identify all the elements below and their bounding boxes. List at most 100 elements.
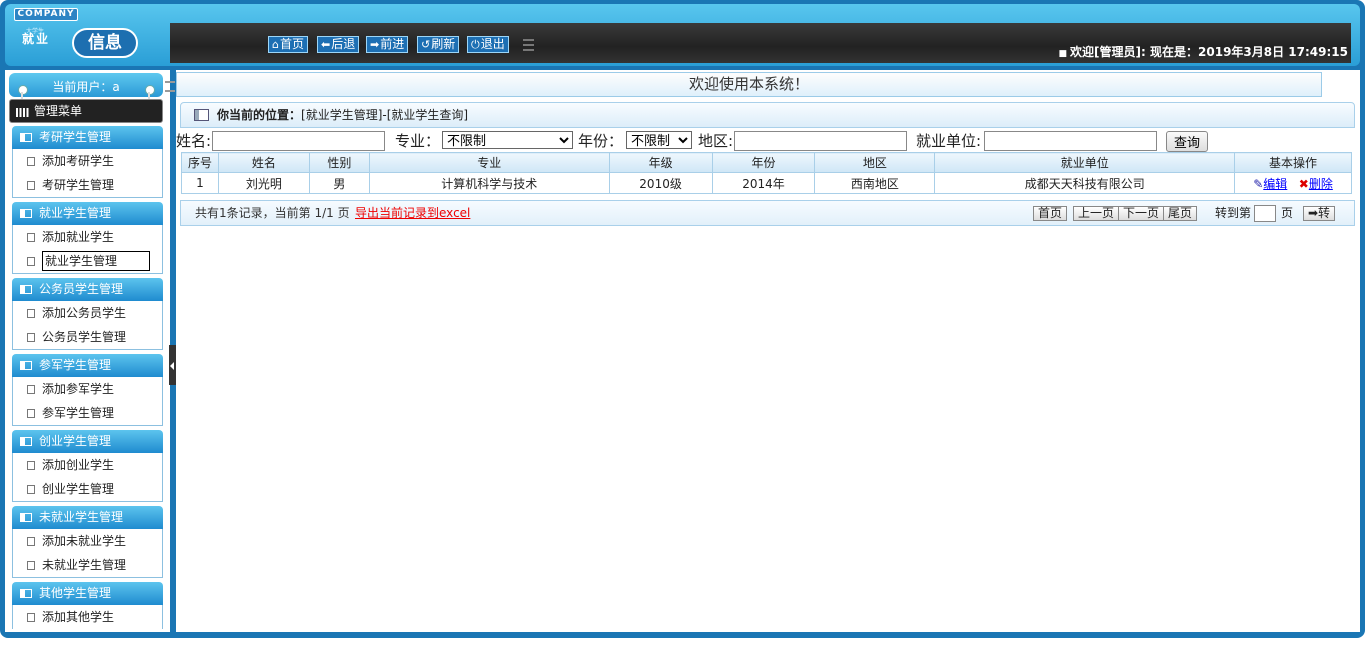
welcome-status: ■ 欢迎[管理员]: 现在是：2019年3月8日 17:49:15: [1059, 43, 1348, 60]
goto-label: 转到第: [1215, 206, 1252, 220]
region-label: 地区:: [698, 132, 734, 150]
menu-title-label: 管理菜单: [34, 104, 83, 118]
cell-index: 1: [181, 172, 219, 194]
menu-item-label: 考研学生管理: [42, 178, 115, 192]
menu-item-add-qita[interactable]: 添加其他学生: [13, 605, 162, 629]
region-input[interactable]: [734, 131, 907, 151]
export-excel-link[interactable]: 导出当前记录到excel: [355, 201, 470, 225]
col-year: 年份: [711, 152, 816, 173]
document-icon: [27, 233, 35, 242]
main-content: 欢迎使用本系统！ 你当前的位置：[就业学生管理]-[就业学生查询] 姓名: 专业…: [165, 70, 1360, 632]
cell-employer: 成都天天科技有限公司: [934, 172, 1236, 194]
menu-title: 管理菜单: [9, 99, 163, 123]
col-index: 序号: [181, 152, 219, 173]
menu-item-label: 创业学生管理: [42, 482, 115, 496]
welcome-titlebar: 欢迎使用本系统！: [165, 72, 1322, 97]
group-icon: [20, 589, 32, 598]
forward-arrow-icon: ➡: [370, 38, 380, 51]
query-button[interactable]: 查询: [1166, 131, 1208, 152]
back-label: 后退: [331, 37, 356, 51]
logo-text-pill: 信息: [72, 28, 138, 58]
year-select[interactable]: 不限制: [626, 131, 692, 149]
last-page-button[interactable]: 尾页: [1163, 206, 1198, 221]
cell-name: 刘光明: [217, 172, 310, 194]
menu-item-manage-weijiuye[interactable]: 未就业学生管理: [13, 553, 162, 577]
menu-item-manage-kaoyan[interactable]: 考研学生管理: [13, 173, 162, 197]
page-unit-label: 页: [1281, 206, 1294, 220]
pin-icon: [17, 85, 28, 100]
group-header-gongwuyuan[interactable]: 公务员学生管理: [12, 278, 163, 301]
menu-item-manage-chuangye[interactable]: 创业学生管理: [13, 477, 162, 501]
next-page-button[interactable]: 下一页: [1118, 206, 1165, 221]
group-title: 考研学生管理: [39, 130, 112, 144]
group-header-chuangye[interactable]: 创业学生管理: [12, 430, 163, 453]
sidebar-collapse-handle[interactable]: [169, 345, 176, 385]
first-page-button[interactable]: 首页: [1033, 206, 1068, 221]
document-icon: [27, 485, 35, 494]
cell-region: 西南地区: [814, 172, 936, 194]
table-header-row: 序号 姓名 性别 专业 年级 年份 地区 就业单位 基本操作: [181, 152, 1352, 173]
toolbar-grip-icon: [523, 39, 534, 51]
group-header-qita[interactable]: 其他学生管理: [12, 582, 163, 605]
menu-item-add-gongwuyuan[interactable]: 添加公务员学生: [13, 301, 162, 325]
menu-item-label: 添加未就业学生: [42, 534, 127, 548]
group-title: 未就业学生管理: [39, 510, 124, 524]
menu-item-label: 添加创业学生: [42, 458, 115, 472]
menu-item-label: 添加参军学生: [42, 382, 115, 396]
group-title: 其他学生管理: [39, 586, 112, 600]
menu-item-add-weijiuye[interactable]: 添加未就业学生: [13, 529, 162, 553]
welcome-user: 欢迎[管理员]:: [1070, 45, 1146, 59]
name-input[interactable]: [212, 131, 385, 151]
major-select[interactable]: 不限制: [442, 131, 573, 149]
group-icon: [20, 361, 32, 370]
edit-link[interactable]: 编辑: [1263, 177, 1287, 191]
current-user-banner: 当前用户：a: [9, 73, 163, 100]
menu-item-label: 添加考研学生: [42, 154, 115, 168]
menu-item-add-chuangye[interactable]: 添加创业学生: [13, 453, 162, 477]
employer-label: 就业单位:: [916, 132, 982, 150]
col-actions: 基本操作: [1234, 152, 1352, 173]
group-header-jiuye[interactable]: 就业学生管理: [12, 202, 163, 225]
prev-page-button[interactable]: 上一页: [1073, 206, 1120, 221]
home-label: 首页: [279, 37, 304, 51]
group-icon: [20, 133, 32, 142]
menu-item-manage-gongwuyuan[interactable]: 公务员学生管理: [13, 325, 162, 349]
back-button[interactable]: ⬅后退: [317, 36, 360, 53]
name-label: 姓名:: [176, 132, 212, 150]
group-title: 参军学生管理: [39, 358, 112, 372]
document-icon: [27, 561, 35, 570]
menu-group-qita: 其他学生管理 添加其他学生: [12, 582, 163, 629]
logout-button[interactable]: ⏻退出: [467, 36, 509, 53]
home-button[interactable]: ⌂首页: [268, 36, 308, 53]
menu-item-label: 添加其他学生: [42, 610, 115, 624]
goto-page-input[interactable]: [1254, 205, 1276, 222]
logout-label: 退出: [480, 37, 505, 51]
group-header-weijiuye[interactable]: 未就业学生管理: [12, 506, 163, 529]
menu-item-add-canjun[interactable]: 添加参军学生: [13, 377, 162, 401]
top-toolbar: ⌂首页 ⬅后退 ➡前进 ↺刷新 ⏻退出 ■ 欢迎[管理员]: 现在是：2019年3…: [170, 23, 1351, 63]
document-icon: [27, 181, 35, 190]
cell-major: 计算机科学与技术: [368, 172, 610, 194]
group-title: 就业学生管理: [39, 206, 112, 220]
menu-item-add-jiuye[interactable]: 添加就业学生: [13, 225, 162, 249]
go-button[interactable]: ➡转: [1303, 206, 1336, 221]
cell-gender: 男: [308, 172, 370, 194]
delete-link[interactable]: 删除: [1309, 177, 1333, 191]
group-icon: [20, 513, 32, 522]
power-icon: ⏻: [471, 38, 480, 51]
menu-item-manage-jiuye[interactable]: 就业学生管理: [13, 249, 162, 273]
cell-actions: ✎编辑 ✖删除: [1234, 172, 1352, 194]
logo-text-small: 就业: [22, 32, 51, 46]
forward-button[interactable]: ➡前进: [366, 36, 409, 53]
menu-item-add-kaoyan[interactable]: 添加考研学生: [13, 149, 162, 173]
menu-item-manage-canjun[interactable]: 参军学生管理: [13, 401, 162, 425]
document-icon: [27, 157, 35, 166]
sidebar: 当前用户：a 管理菜单 考研学生管理 添加考研学生 考研学生管理 就业学生管理 …: [5, 70, 170, 632]
employer-input[interactable]: [984, 131, 1157, 151]
group-header-kaoyan[interactable]: 考研学生管理: [12, 126, 163, 149]
col-name: 姓名: [217, 152, 310, 173]
company-badge: COMPANY: [14, 8, 78, 21]
refresh-button[interactable]: ↺刷新: [417, 36, 460, 53]
group-header-canjun[interactable]: 参军学生管理: [12, 354, 163, 377]
table-row: 1 刘光明 男 计算机科学与技术 2010级 2014年 西南地区 成都天天科技…: [181, 172, 1352, 194]
